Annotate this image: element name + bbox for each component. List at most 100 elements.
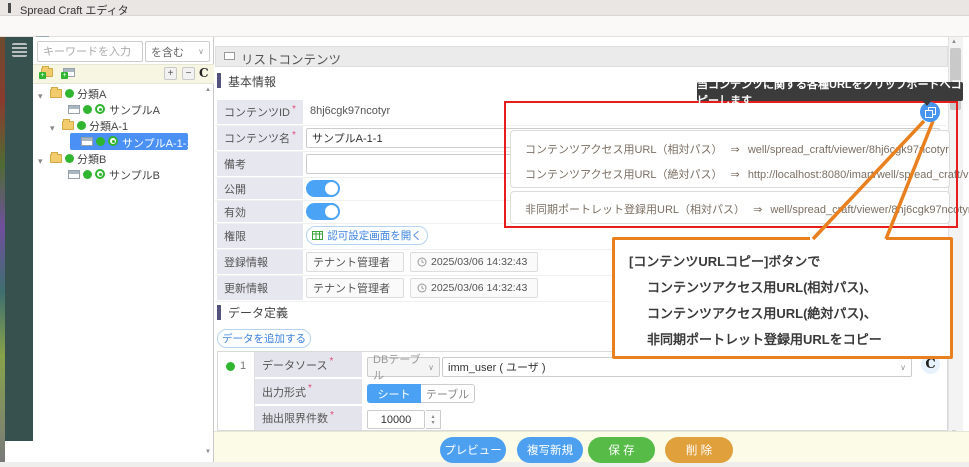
tree-node-folder-b[interactable]: ▾ 分類B <box>38 151 43 169</box>
copy-icon <box>925 107 936 118</box>
chevron-down-icon: ∨ <box>198 47 204 56</box>
row-divider <box>215 125 946 126</box>
limit-stepper[interactable]: ▴ ▾ <box>426 410 441 429</box>
tree-node-folder-a[interactable]: ▾ 分類A <box>38 86 43 104</box>
tree-node-label[interactable]: 分類A <box>77 86 106 102</box>
datasource-value-select[interactable]: imm_user ( ユーザ ) ∨ <box>442 357 912 377</box>
updated-user-box: テナント管理者 <box>306 278 404 298</box>
tooltip-arrow <box>922 100 932 106</box>
chevron-down-icon[interactable]: ▾ <box>38 91 43 101</box>
callout-tail-gap <box>810 234 886 240</box>
url-value: http://localhost:8080/imart/well/spread_… <box>748 169 969 181</box>
limit-input[interactable] <box>367 410 425 429</box>
field-label-datasource: データソース* <box>255 352 362 377</box>
list-content-icon <box>224 52 235 60</box>
page-title: リストコンテンツ <box>241 49 341 68</box>
url-menu-item-absolute[interactable]: コンテンツアクセス用URL（絶対パス） ⇒ http://localhost:8… <box>525 166 969 182</box>
registered-user-box: テナント管理者 <box>306 252 404 272</box>
tree-node-folder-a-1[interactable]: ▾ 分類A-1 <box>50 118 55 136</box>
url-value: well/spread_craft/viewer/8hj6cgk97ncotyr <box>770 204 969 216</box>
folder-icon <box>50 89 62 98</box>
expand-all-button[interactable]: + <box>164 67 177 80</box>
save-button[interactable]: 保 存 <box>588 437 655 463</box>
section-accent-bar <box>217 305 221 320</box>
field-label-remarks: 備考 <box>217 152 303 176</box>
field-label-permission: 権限 <box>217 224 303 248</box>
clock-icon <box>417 257 427 267</box>
collapsed-sidebar <box>5 37 33 441</box>
status-dot-icon <box>77 121 86 130</box>
required-mark: * <box>292 104 296 115</box>
field-label-public: 公開 <box>217 178 303 199</box>
window-titlebar: Spread Craft エディタ <box>0 0 969 16</box>
add-data-button[interactable]: データを追加する <box>217 329 311 348</box>
field-label-output: 出力形式* <box>255 379 362 404</box>
table-grid-icon <box>312 231 323 240</box>
url-menu-group: 非同期ポートレット登録用URL（相対パス） ⇒ well/spread_craf… <box>510 191 950 224</box>
content-icon <box>81 137 93 146</box>
required-mark: * <box>330 410 334 421</box>
tree-node-label[interactable]: サンプルA <box>109 102 160 118</box>
add-folder-icon[interactable]: + <box>41 68 53 77</box>
copy-url-tooltip: 当コンテンツに関する各種URLをクリップボードへコピーします <box>697 82 963 101</box>
published-ring-icon <box>95 104 105 114</box>
tree-node-sample-a-1-1-selected[interactable]: サンプルA-1-1 <box>70 133 188 150</box>
chevron-down-icon[interactable]: ▾ <box>38 156 43 166</box>
open-authorization-button[interactable]: 認可設定画面を開く <box>306 226 428 245</box>
top-toolbar: ← <box>0 16 969 37</box>
match-type-value: を含む <box>151 44 184 60</box>
double-arrow: ⇒ <box>731 169 740 181</box>
published-ring-icon <box>95 169 105 179</box>
search-input[interactable] <box>37 41 143 62</box>
tree-node-label[interactable]: サンプルB <box>109 167 160 183</box>
tree-panel <box>33 37 214 462</box>
tree-node-label[interactable]: サンプルA-1-1 <box>122 135 193 151</box>
clock-icon <box>417 283 427 293</box>
field-label-registered: 登録情報 <box>217 250 303 274</box>
section-title-basic: 基本情報 <box>228 73 276 90</box>
preview-button[interactable]: プレビュー <box>440 437 506 463</box>
url-menu-group: コンテンツアクセス用URL（相対パス） ⇒ well/spread_craft/… <box>510 130 950 188</box>
url-menu-item-portlet[interactable]: 非同期ポートレット登録用URL（相対パス） ⇒ well/spread_craf… <box>525 201 969 217</box>
field-label-content-name: コンテンツ名* <box>217 126 303 150</box>
updated-datetime-box: 2025/03/06 14:32:43 <box>410 278 538 298</box>
tree-node-label[interactable]: 分類B <box>77 151 106 167</box>
hamburger-icon[interactable] <box>12 43 27 57</box>
required-mark: * <box>308 383 312 394</box>
tree-scroll-down-icon[interactable]: ▼ <box>205 449 211 455</box>
collapse-all-button[interactable]: − <box>182 67 195 80</box>
copy-new-button[interactable]: 複写新規 <box>517 437 583 463</box>
required-mark: * <box>292 130 296 141</box>
url-value: well/spread_craft/viewer/8hj6cgk97ncotyr <box>748 144 949 156</box>
field-label-content-id: コンテンツID* <box>217 100 303 124</box>
step-down-icon[interactable]: ▾ <box>431 420 434 426</box>
content-icon <box>68 170 80 179</box>
output-table-option[interactable]: テーブル <box>421 384 475 403</box>
double-arrow: ⇒ <box>731 144 740 156</box>
data-row-index: 1 <box>240 360 246 372</box>
field-label-updated: 更新情報 <box>217 276 303 300</box>
section-title-data-def: データ定義 <box>228 304 288 321</box>
field-label-enabled: 有効 <box>217 201 303 222</box>
output-sheet-option[interactable]: シート <box>367 384 421 403</box>
chevron-down-icon[interactable]: ▾ <box>50 123 55 133</box>
status-dot-icon <box>65 89 74 98</box>
tree-node-label[interactable]: 分類A-1 <box>89 118 128 134</box>
published-ring-icon <box>108 136 118 146</box>
public-toggle[interactable] <box>306 180 340 197</box>
status-dot-icon <box>83 170 92 179</box>
match-type-select[interactable]: を含む ∨ <box>145 41 210 62</box>
enabled-toggle[interactable] <box>306 203 340 220</box>
add-content-icon[interactable]: + <box>63 68 75 77</box>
tree-scroll-up-icon[interactable]: ▲ <box>205 87 211 93</box>
chevron-down-icon: ∨ <box>900 363 906 372</box>
folder-icon <box>50 154 62 163</box>
folder-icon <box>62 121 74 130</box>
delete-button[interactable]: 削 除 <box>665 437 733 463</box>
content-icon <box>68 105 80 114</box>
datasource-type-select[interactable]: DBテーブル ∨ <box>367 357 440 377</box>
url-menu-item-relative[interactable]: コンテンツアクセス用URL（相対パス） ⇒ well/spread_craft/… <box>525 141 949 157</box>
field-label-limit: 抽出限界件数* <box>255 406 362 430</box>
scroll-up-icon[interactable]: ▲ <box>951 39 957 45</box>
tree-refresh-icon[interactable]: C <box>199 66 209 80</box>
